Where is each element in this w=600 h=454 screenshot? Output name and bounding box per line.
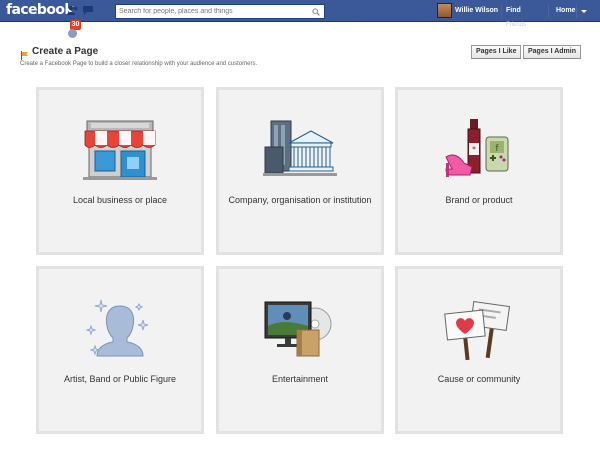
find-friends-link[interactable]: Find Friends	[506, 7, 536, 28]
profile-link[interactable]: Willie Wilson	[455, 7, 498, 14]
category-label: Entertainment	[271, 374, 329, 384]
user-avatar[interactable]	[437, 3, 452, 18]
find-friends-label-1: Find	[506, 7, 521, 14]
category-label: Artist, Band or Public Figure	[63, 374, 177, 384]
home-link[interactable]: Home	[556, 7, 575, 14]
notifications-globe-icon[interactable]	[68, 29, 77, 38]
pages-i-like-button[interactable]: Pages I Like	[471, 45, 522, 59]
category-label: Brand or product	[445, 195, 513, 205]
search-icon	[312, 7, 320, 16]
search-button[interactable]	[308, 5, 324, 18]
category-tile-artist[interactable]: Artist, Band or Public Figure	[36, 266, 204, 434]
public-figure-icon	[85, 299, 149, 357]
category-tile-local-business[interactable]: Local business or place	[36, 87, 204, 255]
category-label: Company, organisation or institution	[228, 195, 372, 205]
storefront-icon	[83, 120, 157, 180]
category-tile-brand[interactable]: * f Brand or product	[395, 87, 563, 255]
facebook-logo[interactable]: facebook	[6, 2, 74, 18]
category-label: Cause or community	[437, 374, 521, 384]
friend-requests-icon[interactable]	[67, 5, 79, 16]
category-tile-entertainment[interactable]: Entertainment	[216, 266, 384, 434]
page-title: Create a Page	[32, 46, 99, 57]
search-box	[115, 4, 325, 19]
svg-text:*: *	[472, 145, 476, 154]
cause-signs-icon	[444, 301, 511, 361]
top-navigation-bar: facebook 30 Willie Wilson Find Friends H…	[0, 0, 600, 38]
category-tile-cause[interactable]: Cause or community	[395, 266, 563, 434]
category-label: Local business or place	[72, 195, 168, 205]
account-menu-chevron-down-icon[interactable]	[581, 10, 587, 13]
entertainment-icon	[264, 301, 332, 357]
page-subtitle: Create a Facebook Page to build a closer…	[20, 61, 258, 67]
page-category-grid: Local business or place Company, organis…	[36, 87, 564, 435]
brand-products-icon: * f	[445, 119, 509, 177]
messages-icon[interactable]	[82, 5, 94, 16]
nav-divider	[576, 4, 577, 18]
pages-i-admin-button[interactable]: Pages I Admin	[523, 45, 581, 59]
nav-divider	[501, 4, 502, 18]
search-input[interactable]	[116, 5, 308, 18]
category-tile-company[interactable]: Company, organisation or institution	[216, 87, 384, 255]
nav-divider	[548, 4, 549, 18]
company-buildings-icon	[263, 120, 337, 176]
find-friends-label-2: Friends	[506, 22, 527, 28]
